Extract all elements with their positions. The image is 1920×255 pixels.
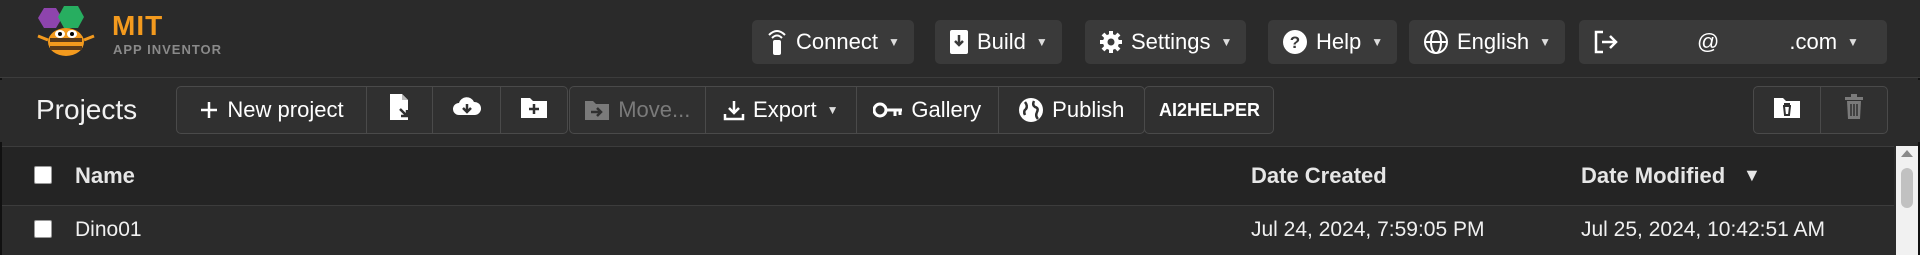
chevron-down-icon: ▼	[826, 103, 839, 117]
globe-icon	[1018, 97, 1044, 123]
help-menu-button[interactable]: ? Help ▼	[1268, 20, 1398, 64]
ai2helper-button[interactable]: AI2HELPER	[1145, 87, 1274, 133]
scroll-up-arrow-icon[interactable]	[1901, 150, 1913, 157]
chevron-down-icon: ▼	[1220, 35, 1233, 49]
chevron-down-icon: ▼	[1035, 35, 1048, 49]
folder-trash-icon	[1773, 95, 1801, 125]
settings-menu-button[interactable]: Settings ▼	[1085, 20, 1247, 64]
settings-label: Settings	[1131, 29, 1211, 54]
build-label: Build	[977, 29, 1026, 54]
export-menu-button[interactable]: Export ▼	[706, 87, 857, 133]
move-label: Move...	[618, 97, 691, 122]
chevron-down-icon: ▼	[1539, 35, 1552, 49]
page-title: Projects	[36, 94, 138, 125]
gear-icon	[1099, 30, 1123, 54]
column-header-name[interactable]: Name	[75, 163, 135, 189]
view-trash-button[interactable]	[1754, 87, 1821, 133]
export-label: Export	[753, 97, 817, 122]
build-menu-button[interactable]: Build ▼	[935, 20, 1062, 64]
sort-descending-icon[interactable]: ▼	[1743, 165, 1761, 186]
plus-icon	[199, 100, 219, 120]
file-import-icon	[388, 93, 412, 127]
trash-icon	[1843, 94, 1865, 126]
import-from-cloud-button[interactable]	[433, 87, 501, 133]
connect-menu-button[interactable]: Connect ▼	[752, 20, 914, 64]
new-project-button[interactable]: New project	[177, 87, 367, 133]
logo-title: MIT	[112, 10, 164, 41]
gallery-label: Gallery	[911, 97, 982, 122]
svg-text:?: ?	[1290, 33, 1300, 52]
user-email-at: @	[1697, 29, 1720, 54]
logout-icon	[1593, 29, 1619, 55]
publish-label: Publish	[1052, 97, 1125, 122]
cloud-download-icon	[452, 95, 482, 125]
vertical-scrollbar[interactable]	[1896, 146, 1918, 255]
row-checkbox[interactable]	[34, 220, 52, 238]
column-header-date-modified[interactable]: Date Modified	[1581, 163, 1725, 189]
logo-subtitle: APP INVENTOR	[113, 42, 223, 57]
connect-label: Connect	[796, 29, 878, 54]
globe-icon	[1423, 29, 1449, 55]
import-project-button[interactable]	[367, 87, 433, 133]
table-header: Name Date Created Date Modified ▼	[2, 146, 1894, 206]
column-header-date-created[interactable]: Date Created	[1251, 163, 1387, 189]
ai2helper-group: AI2HELPER	[1144, 86, 1274, 134]
language-label: English	[1457, 29, 1530, 54]
delete-project-button[interactable]	[1821, 87, 1888, 133]
user-email-domain: .com	[1789, 29, 1838, 54]
publish-button[interactable]: Publish	[999, 87, 1144, 133]
top-bar: MIT APP INVENTOR Connect ▼ Build ▼ Setti…	[0, 0, 1920, 78]
new-folder-button[interactable]	[501, 87, 567, 133]
app-inventor-logo[interactable]: MIT APP INVENTOR	[36, 6, 226, 62]
trash-actions-group	[1753, 86, 1888, 134]
scrollbar-thumb[interactable]	[1901, 168, 1913, 208]
question-icon: ?	[1282, 29, 1308, 55]
gallery-button[interactable]: Gallery	[857, 87, 999, 133]
move-button[interactable]: Move...	[570, 87, 706, 133]
folder-move-icon	[584, 99, 610, 121]
table-row[interactable]: Dino01 Jul 24, 2024, 7:59:05 PM Jul 25, …	[2, 208, 1894, 255]
projects-toolbar: Projects New project Move... Export ▼ Ga…	[0, 80, 1920, 142]
wifi-phone-icon	[766, 28, 788, 56]
date-created-cell: Jul 24, 2024, 7:59:05 PM	[1251, 218, 1485, 241]
key-icon	[873, 101, 903, 119]
build-phone-icon	[949, 29, 969, 55]
projects-table: Name Date Created Date Modified ▼ Dino01…	[2, 146, 1894, 255]
project-actions-group: New project	[176, 86, 568, 134]
language-menu-button[interactable]: English ▼	[1409, 20, 1566, 64]
download-icon	[723, 99, 745, 121]
select-all-checkbox[interactable]	[34, 166, 52, 184]
user-account-menu-button[interactable]: @ .com ▼	[1579, 20, 1887, 64]
chevron-down-icon: ▼	[1847, 35, 1859, 49]
chevron-down-icon: ▼	[887, 35, 900, 49]
date-modified-cell: Jul 25, 2024, 10:42:51 AM	[1581, 218, 1826, 241]
project-operations-group: Move... Export ▼ Gallery Publish	[569, 86, 1145, 134]
new-project-label: New project	[227, 97, 344, 122]
project-name-link[interactable]: Dino01	[75, 218, 142, 242]
chevron-down-icon: ▼	[1371, 35, 1384, 49]
bee-logo-icon	[37, 6, 95, 56]
help-label: Help	[1316, 29, 1362, 54]
folder-plus-icon	[520, 95, 548, 125]
